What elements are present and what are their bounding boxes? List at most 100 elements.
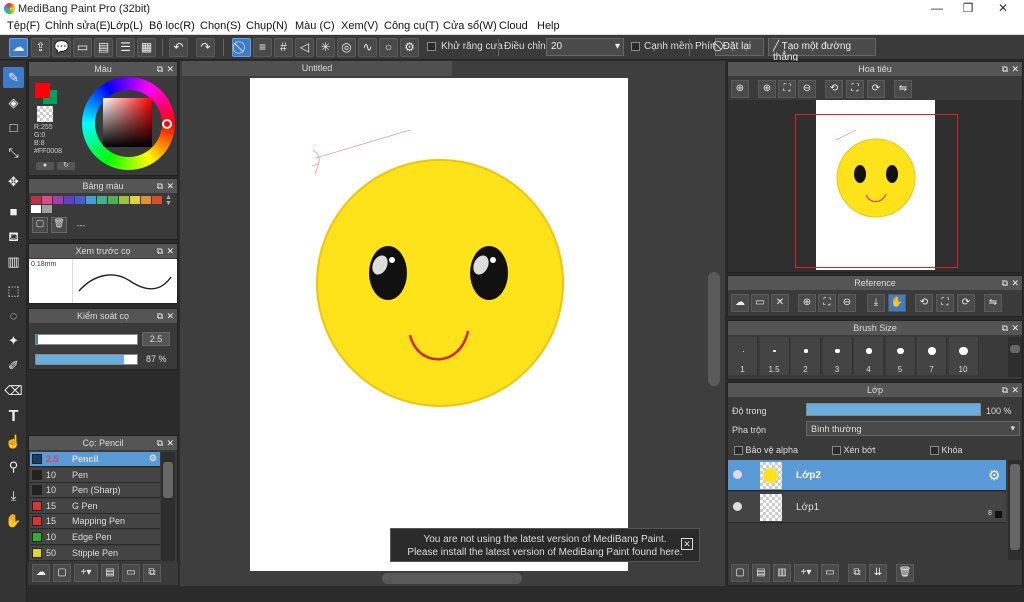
undock-icon[interactable]: ⧉ <box>1002 62 1008 76</box>
close-icon[interactable]: ✕ <box>1011 276 1019 290</box>
rotate-right-icon[interactable]: ⟳ <box>867 80 885 98</box>
brush-item[interactable]: 50 Stipple Pen <box>30 545 160 561</box>
palette-swatch[interactable] <box>53 196 63 204</box>
layer-scrollbar[interactable] <box>1008 460 1022 560</box>
notice-close-icon[interactable]: ✕ <box>681 538 693 550</box>
blend-select[interactable]: Bình thường ▾ <box>806 421 1020 436</box>
undock-icon[interactable]: ⧉ <box>157 309 163 323</box>
palette-swatch[interactable] <box>75 196 85 204</box>
undock-icon[interactable]: ⧉ <box>1002 383 1008 397</box>
menu-view[interactable]: Xem(V) <box>341 20 378 32</box>
zoom-in-icon[interactable]: ⊕ <box>798 294 816 312</box>
palette-swatch[interactable] <box>141 196 151 204</box>
menu-tools[interactable]: Công cụ(T) <box>384 20 439 32</box>
text-tool-icon[interactable]: T <box>3 406 24 427</box>
perspective-snap-icon[interactable]: ◁ <box>295 38 314 57</box>
select-eraser-tool-icon[interactable]: ⌫ <box>3 380 24 401</box>
undock-icon[interactable]: ⧉ <box>157 62 163 76</box>
close-icon[interactable]: ✕ <box>166 244 174 258</box>
brush-size-cell[interactable]: 4 <box>854 337 884 375</box>
update-notice[interactable]: You are not using the latest version of … <box>390 528 700 562</box>
new-halftone-layer-icon[interactable]: ▤ <box>752 564 770 582</box>
operation-tool-icon[interactable]: ☝ <box>3 431 24 452</box>
straight-line-button[interactable]: ╱ Tạo một đường thẳng <box>768 38 876 63</box>
canvas-hscroll-thumb[interactable] <box>382 573 522 584</box>
canvas-tab[interactable]: Untitled <box>182 61 452 76</box>
brush-item[interactable]: 15 G Pen <box>30 498 160 514</box>
new-8bit-layer-icon[interactable]: ▥ <box>773 564 791 582</box>
palette-swatch[interactable] <box>152 196 162 204</box>
cloud-upload-icon[interactable]: ☁ <box>731 294 749 312</box>
undock-icon[interactable]: ⧉ <box>157 244 163 258</box>
add-layer-icon[interactable]: +▾ <box>794 564 818 582</box>
cloud-download-icon[interactable]: ☁ <box>32 564 50 582</box>
settings-gear-icon[interactable]: ⚙ <box>400 38 419 57</box>
maximize-button[interactable]: ❐ <box>951 0 985 18</box>
palette-swatch[interactable] <box>64 196 74 204</box>
rotate-left-icon[interactable]: ⟲ <box>825 80 843 98</box>
rectangle-tool-icon[interactable]: □ <box>3 117 24 138</box>
close-button[interactable]: ✕ <box>986 0 1020 18</box>
snap-off-icon[interactable]: ⃠ <box>232 38 251 57</box>
circle-snap-icon[interactable]: ◎ <box>337 38 356 57</box>
palette-swatch[interactable] <box>97 196 107 204</box>
palette-swatch[interactable] <box>42 196 52 204</box>
primary-color-swatch[interactable] <box>35 83 50 98</box>
close-icon[interactable]: ✕ <box>166 309 174 323</box>
trash-icon[interactable]: 🗑 <box>51 217 67 233</box>
layer-folder-icon[interactable]: ▭ <box>821 564 839 582</box>
close-icon[interactable]: ✕ <box>166 436 174 450</box>
brush-size-cell[interactable]: 1.5 <box>759 337 790 375</box>
layer-row-selected[interactable]: Lớp2 ⚙ <box>728 460 1006 491</box>
brush-size-slider[interactable] <box>35 334 138 345</box>
brush-tool-icon[interactable]: ✎ <box>3 67 24 88</box>
zoom-in-icon[interactable]: ⊕ <box>731 80 749 98</box>
new-palette-icon[interactable]: ▢ <box>32 217 48 233</box>
brush-settings-icon[interactable]: ▤ <box>101 564 119 582</box>
undock-icon[interactable]: ⧉ <box>1002 276 1008 290</box>
fill-rect-tool-icon[interactable]: ■ <box>3 201 24 222</box>
eraser-tool-icon[interactable]: ◈ <box>3 92 24 113</box>
brush-size-cell[interactable]: 10 <box>948 337 979 375</box>
menu-edit[interactable]: Chỉnh sửa(E) <box>45 20 110 32</box>
share-icon[interactable]: ⇪ <box>31 38 50 57</box>
list-icon[interactable]: ☰ <box>116 38 135 57</box>
add-brush-icon[interactable]: +▾ <box>74 564 98 582</box>
hue-wheel[interactable] <box>82 77 175 170</box>
palette-swatch[interactable] <box>42 205 52 213</box>
duplicate-icon[interactable]: ⧉ <box>143 564 161 582</box>
brush-size-cell[interactable]: 5 <box>885 337 916 375</box>
fit-icon[interactable]: ⛶ <box>778 80 796 98</box>
visibility-icon[interactable] <box>733 502 742 511</box>
saturation-square[interactable] <box>103 98 152 147</box>
folder-open-icon[interactable]: ▭ <box>751 294 769 312</box>
zoom-in-alt-icon[interactable]: ⊕ <box>758 80 776 98</box>
eyedropper-tool-icon[interactable]: ⤓ <box>3 485 24 506</box>
menu-capture[interactable]: Chụp(N) <box>246 20 288 32</box>
brush-item[interactable]: 10 Pen <box>30 467 160 483</box>
duplicate-layer-icon[interactable]: ⧉ <box>848 564 866 582</box>
palette-swatch[interactable] <box>86 196 96 204</box>
brush-list-scrollbar[interactable] <box>161 452 175 561</box>
antialias-checkbox[interactable] <box>427 41 436 52</box>
brush-item[interactable]: 10 Pen (Sharp) <box>30 483 160 499</box>
palette-swatch[interactable] <box>130 196 140 204</box>
menu-select[interactable]: Chọn(S) <box>200 20 241 32</box>
brush-item[interactable]: 15 Mapping Pen <box>30 514 160 530</box>
gear-icon[interactable]: ⚙ <box>149 453 157 464</box>
fit-icon[interactable]: ⛶ <box>818 294 836 312</box>
new-brush-icon[interactable]: ▢ <box>53 564 71 582</box>
brush-item[interactable]: 2.5 Pencil ⚙ <box>30 452 160 467</box>
eyedropper-icon[interactable]: ⤓ <box>867 294 885 312</box>
protect-alpha-checkbox[interactable]: Bảo vệ alpha <box>734 445 798 456</box>
rotate-right-icon[interactable]: ⟳ <box>957 294 975 312</box>
lock-checkbox[interactable]: Khóa <box>930 445 963 456</box>
visibility-icon[interactable] <box>733 470 742 479</box>
transparent-swatch[interactable] <box>37 106 53 122</box>
delete-layer-icon[interactable]: 🗑 <box>896 564 914 582</box>
soft-edge-checkbox[interactable] <box>631 41 640 52</box>
magic-wand-tool-icon[interactable]: ✦ <box>3 330 24 351</box>
undock-icon[interactable]: ⧉ <box>1002 321 1008 335</box>
minimize-button[interactable]: — <box>920 0 954 18</box>
palette-swatch[interactable] <box>108 196 118 204</box>
